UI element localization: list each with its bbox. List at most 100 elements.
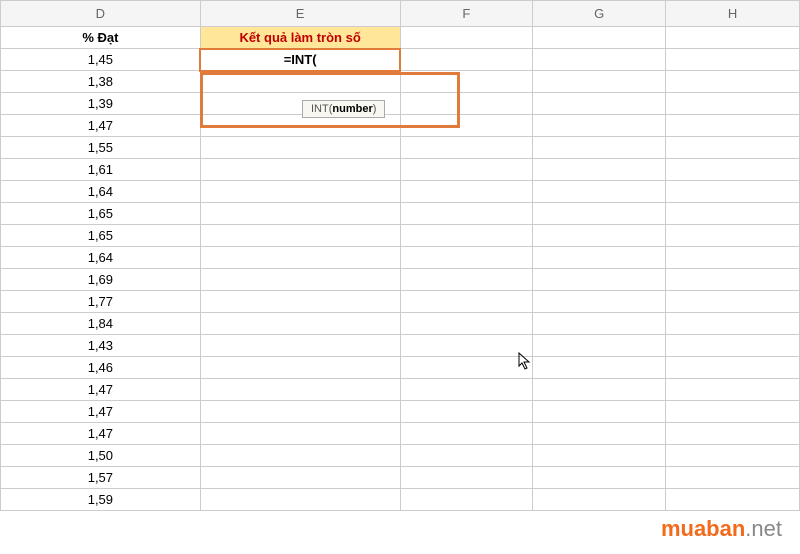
cell-d-value[interactable]: 1,57 (1, 467, 201, 489)
formula-input-cell[interactable]: =INT( (200, 49, 400, 71)
empty-cell[interactable] (533, 247, 666, 269)
empty-cell[interactable] (666, 445, 800, 467)
cell-d-value[interactable]: 1,69 (1, 269, 201, 291)
empty-cell[interactable] (533, 401, 666, 423)
empty-cell[interactable] (533, 159, 666, 181)
empty-cell[interactable] (533, 291, 666, 313)
empty-cell[interactable] (400, 379, 533, 401)
empty-cell[interactable] (666, 115, 800, 137)
empty-cell[interactable] (200, 71, 400, 93)
cell-d-value[interactable]: 1,61 (1, 159, 201, 181)
cell-d-value[interactable]: 1,45 (1, 49, 201, 71)
empty-cell[interactable] (200, 247, 400, 269)
empty-cell[interactable] (200, 401, 400, 423)
cell-d-value[interactable]: 1,84 (1, 313, 201, 335)
empty-cell[interactable] (666, 423, 800, 445)
empty-cell[interactable] (533, 423, 666, 445)
empty-cell[interactable] (533, 71, 666, 93)
cell-d-value[interactable]: 1,50 (1, 445, 201, 467)
empty-cell[interactable] (400, 357, 533, 379)
empty-cell[interactable] (533, 269, 666, 291)
cell-d-value[interactable]: 1,39 (1, 93, 201, 115)
empty-cell[interactable] (400, 445, 533, 467)
cell-d-value[interactable]: 1,47 (1, 379, 201, 401)
empty-cell[interactable] (666, 181, 800, 203)
empty-cell[interactable] (533, 313, 666, 335)
empty-cell[interactable] (400, 313, 533, 335)
empty-cell[interactable] (400, 489, 533, 511)
cell-d-value[interactable]: 1,77 (1, 291, 201, 313)
empty-cell[interactable] (400, 49, 533, 71)
col-header-f[interactable]: F (400, 1, 533, 27)
empty-cell[interactable] (200, 269, 400, 291)
empty-cell[interactable] (533, 225, 666, 247)
empty-cell[interactable] (200, 181, 400, 203)
empty-cell[interactable] (666, 335, 800, 357)
empty-cell[interactable] (666, 225, 800, 247)
empty-cell[interactable] (400, 159, 533, 181)
empty-cell[interactable] (533, 203, 666, 225)
cell-d-value[interactable]: 1,65 (1, 225, 201, 247)
empty-cell[interactable] (666, 137, 800, 159)
col-header-g[interactable]: G (533, 1, 666, 27)
empty-cell[interactable] (400, 467, 533, 489)
empty-cell[interactable] (200, 423, 400, 445)
empty-cell[interactable] (533, 49, 666, 71)
cell-d-value[interactable]: 1,43 (1, 335, 201, 357)
cell-d-value[interactable]: 1,64 (1, 247, 201, 269)
empty-cell[interactable] (400, 115, 533, 137)
cell-d-value[interactable]: 1,47 (1, 115, 201, 137)
empty-cell[interactable] (666, 203, 800, 225)
empty-cell[interactable] (400, 247, 533, 269)
empty-cell[interactable] (666, 467, 800, 489)
empty-cell[interactable] (533, 137, 666, 159)
cell-d-value[interactable]: 1,65 (1, 203, 201, 225)
empty-cell[interactable] (666, 401, 800, 423)
empty-cell[interactable] (200, 137, 400, 159)
empty-cell[interactable] (400, 203, 533, 225)
empty-cell[interactable] (533, 93, 666, 115)
empty-cell[interactable] (666, 27, 800, 49)
empty-cell[interactable] (200, 335, 400, 357)
empty-cell[interactable] (400, 181, 533, 203)
empty-cell[interactable] (666, 269, 800, 291)
empty-cell[interactable] (533, 181, 666, 203)
empty-cell[interactable] (200, 291, 400, 313)
col-header-d[interactable]: D (1, 1, 201, 27)
empty-cell[interactable] (533, 115, 666, 137)
empty-cell[interactable] (533, 489, 666, 511)
empty-cell[interactable] (400, 291, 533, 313)
header-ket-qua[interactable]: Kết quả làm tròn số (200, 27, 400, 49)
empty-cell[interactable] (666, 489, 800, 511)
empty-cell[interactable] (666, 247, 800, 269)
empty-cell[interactable] (200, 445, 400, 467)
empty-cell[interactable] (533, 445, 666, 467)
empty-cell[interactable] (400, 335, 533, 357)
empty-cell[interactable] (666, 379, 800, 401)
empty-cell[interactable] (200, 159, 400, 181)
empty-cell[interactable] (400, 27, 533, 49)
empty-cell[interactable] (200, 467, 400, 489)
cell-d-value[interactable]: 1,64 (1, 181, 201, 203)
empty-cell[interactable] (200, 203, 400, 225)
empty-cell[interactable] (666, 93, 800, 115)
cell-d-value[interactable]: 1,59 (1, 489, 201, 511)
empty-cell[interactable] (666, 159, 800, 181)
empty-cell[interactable] (200, 357, 400, 379)
empty-cell[interactable] (400, 269, 533, 291)
empty-cell[interactable] (666, 49, 800, 71)
empty-cell[interactable] (200, 379, 400, 401)
cell-d-value[interactable]: 1,47 (1, 401, 201, 423)
cell-d-value[interactable]: 1,55 (1, 137, 201, 159)
spreadsheet-grid[interactable]: D E F G H % ĐạtKết quả làm tròn số1,45=I… (0, 0, 800, 511)
empty-cell[interactable] (400, 71, 533, 93)
col-header-h[interactable]: H (666, 1, 800, 27)
cell-d-value[interactable]: 1,46 (1, 357, 201, 379)
empty-cell[interactable] (400, 401, 533, 423)
cell-d-value[interactable]: 1,38 (1, 71, 201, 93)
empty-cell[interactable] (666, 313, 800, 335)
empty-cell[interactable] (533, 335, 666, 357)
empty-cell[interactable] (400, 225, 533, 247)
empty-cell[interactable] (533, 27, 666, 49)
cell-d-value[interactable]: 1,47 (1, 423, 201, 445)
